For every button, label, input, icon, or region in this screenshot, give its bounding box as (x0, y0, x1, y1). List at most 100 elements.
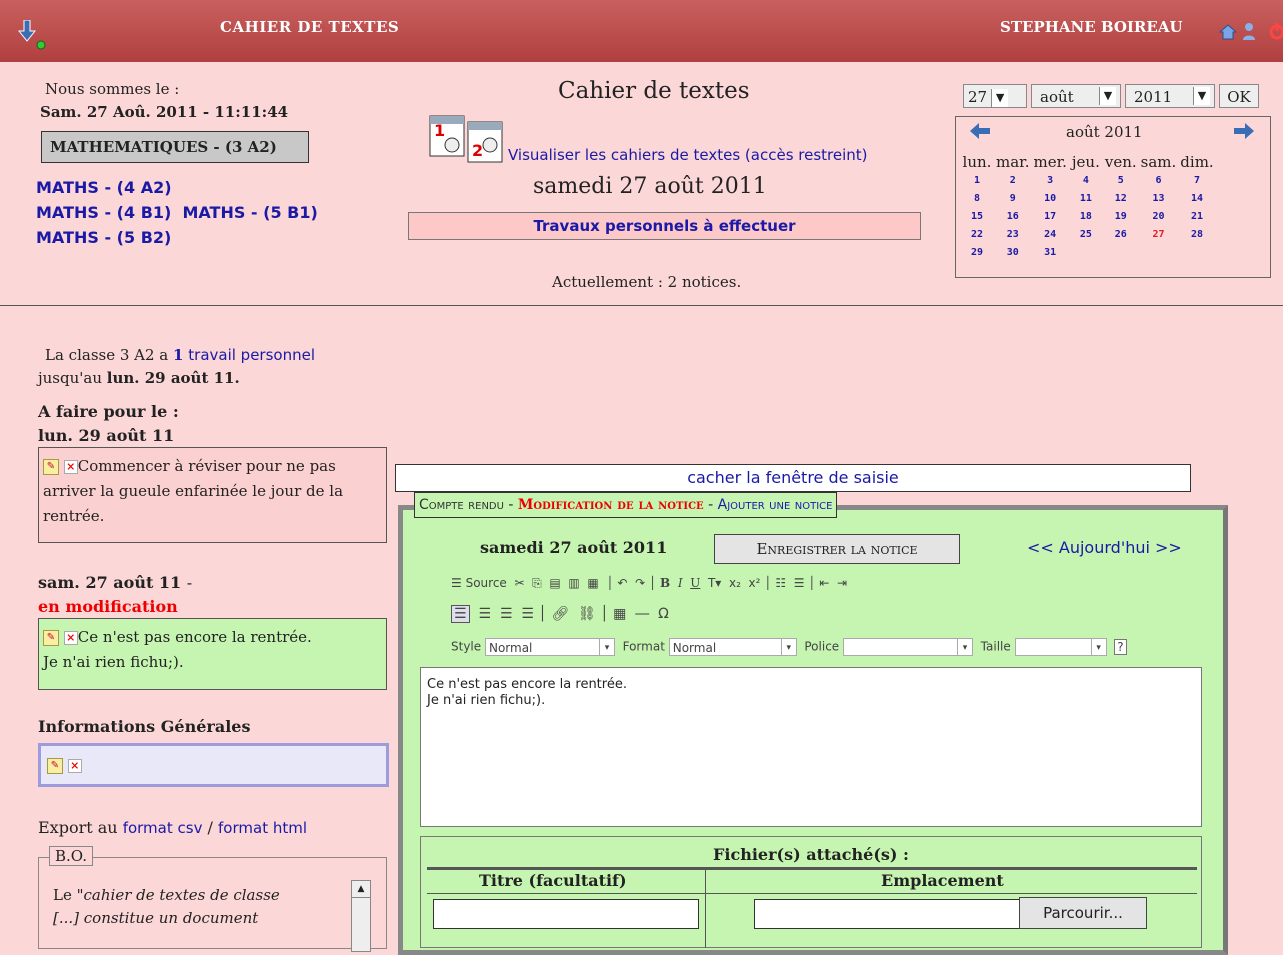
superscript-icon[interactable]: x² (749, 576, 761, 590)
calendar-day[interactable]: 15 (960, 207, 994, 225)
calendar-day[interactable]: 3 (1031, 171, 1068, 189)
editor-content[interactable]: Ce n'est pas encore la rentrée. Je n'ai … (420, 667, 1202, 827)
special-char-icon[interactable]: Ω (658, 606, 669, 622)
class-link-4b1[interactable]: MATHS - (4 B1) (36, 203, 171, 222)
paste-icon[interactable]: ▤ (549, 576, 560, 590)
delete-icon[interactable]: × (67, 759, 82, 773)
calendar-day[interactable]: 27 (1139, 225, 1179, 243)
calendar-day[interactable]: 28 (1178, 225, 1215, 243)
copy-icon[interactable]: ⎘ (532, 576, 542, 590)
outdent-icon[interactable]: ⇤ (819, 576, 829, 590)
calendar-day[interactable]: 7 (1178, 171, 1215, 189)
prev-month-icon[interactable] (970, 123, 990, 139)
travaux-button[interactable]: Travaux personnels à effectuer (408, 212, 921, 240)
link-icon[interactable]: 🔗︎ (551, 606, 569, 622)
numbered-list-icon[interactable]: ☷ (775, 576, 786, 590)
calendar-day[interactable]: 19 (1103, 207, 1139, 225)
edit-icon[interactable]: ✎ (43, 630, 59, 646)
save-notice-button[interactable]: Enregistrer la notice (714, 534, 960, 564)
calendar-ok-button[interactable]: OK (1219, 84, 1259, 108)
cut-icon[interactable]: ✂ (514, 576, 524, 590)
class-link-5b1[interactable]: MATHS - (5 B1) (182, 203, 317, 222)
undo-icon[interactable]: ↶ (617, 576, 627, 590)
redo-icon[interactable]: ↷ (635, 576, 645, 590)
calendar-day[interactable]: 1 (960, 171, 994, 189)
export-html-link[interactable]: format html (218, 819, 307, 837)
day-nav-link[interactable]: << Aujourd'hui >> (1027, 538, 1182, 557)
calendar-day[interactable]: 16 (994, 207, 1031, 225)
edit-icon[interactable]: ✎ (47, 758, 63, 774)
calendar-day[interactable]: 5 (1103, 171, 1139, 189)
paste-text-icon[interactable]: ▥ (568, 576, 579, 590)
text-color-icon[interactable]: T▾ (708, 576, 721, 590)
horizontal-rule-icon[interactable]: ― (635, 606, 649, 622)
calendar-day[interactable]: 4 (1069, 171, 1103, 189)
calendar-day[interactable]: 23 (994, 225, 1031, 243)
home-icon[interactable] (1219, 24, 1237, 40)
calendar-day[interactable]: 31 (1031, 243, 1068, 261)
taille-select[interactable]: ▾ (1014, 638, 1107, 656)
tab-modification[interactable]: Modification de la notice (518, 497, 704, 513)
calendar-day[interactable]: 25 (1069, 225, 1103, 243)
indent-icon[interactable]: ⇥ (837, 576, 847, 590)
year-select[interactable]: 2011 ▼ (1125, 84, 1215, 108)
class-link-5b2[interactable]: MATHS - (5 B2) (36, 228, 171, 247)
user-name[interactable]: STEPHANE BOIREAU (1000, 18, 1183, 36)
table-icon[interactable]: ▦ (613, 606, 626, 622)
align-left-icon[interactable]: ☰ (451, 605, 470, 623)
unlink-icon[interactable]: ⛓︎ (578, 606, 596, 622)
calendar-day[interactable]: 20 (1139, 207, 1179, 225)
calendar-day[interactable]: 6 (1139, 171, 1179, 189)
hide-editor-bar[interactable]: cacher la fenêtre de saisie (395, 464, 1191, 492)
paste-word-icon[interactable]: ▦ (587, 576, 598, 590)
source-button[interactable]: Source (466, 576, 507, 590)
edit-icon[interactable]: ✎ (43, 459, 59, 475)
hide-editor-link[interactable]: cacher la fenêtre de saisie (687, 468, 899, 487)
tab-compte-rendu[interactable]: Compte rendu (419, 497, 504, 513)
calendar-day[interactable]: 8 (960, 189, 994, 207)
justify-icon[interactable]: ☰ (521, 606, 534, 622)
user-icon[interactable] (1242, 22, 1256, 40)
calendar-day[interactable]: 13 (1139, 189, 1179, 207)
next-month-icon[interactable] (1234, 123, 1254, 139)
italic-icon[interactable]: I (678, 576, 683, 590)
calendar-switch-icon[interactable]: 1 2 (428, 112, 506, 168)
calendar-day[interactable]: 30 (994, 243, 1031, 261)
calendar-day[interactable]: 24 (1031, 225, 1068, 243)
browse-button[interactable]: Parcourir... (1019, 897, 1147, 929)
delete-icon[interactable]: × (63, 460, 78, 474)
calendar-day[interactable]: 2 (994, 171, 1031, 189)
file-path-input[interactable] (754, 899, 1020, 929)
travail-link[interactable]: travail personnel (188, 346, 315, 364)
calendar-day[interactable]: 26 (1103, 225, 1139, 243)
calendar-day[interactable]: 29 (960, 243, 994, 261)
calendar-day[interactable]: 17 (1031, 207, 1068, 225)
logout-icon[interactable] (1268, 22, 1283, 40)
export-csv-link[interactable]: format csv (123, 819, 203, 837)
arrow-down-icon[interactable] (18, 20, 36, 42)
police-select[interactable]: ▾ (843, 638, 974, 656)
calendar-day[interactable]: 18 (1069, 207, 1103, 225)
view-cahiers-link[interactable]: Visualiser les cahiers de textes (accès … (508, 146, 868, 164)
format-select[interactable]: Normal ▾ (668, 638, 797, 656)
delete-icon[interactable]: × (63, 631, 78, 645)
subscript-icon[interactable]: x₂ (729, 576, 741, 590)
month-select[interactable]: août ▼ (1031, 84, 1121, 108)
style-select[interactable]: Normal ▾ (484, 638, 615, 656)
underline-icon[interactable]: U (690, 576, 700, 590)
class-link-4a2[interactable]: MATHS - (4 A2) (36, 178, 172, 197)
bulleted-list-icon[interactable]: ☰ (794, 576, 805, 590)
calendar-day[interactable]: 21 (1178, 207, 1215, 225)
bo-scrollbar[interactable]: ▲ (351, 880, 371, 952)
align-right-icon[interactable]: ☰ (500, 606, 513, 622)
calendar-day[interactable]: 12 (1103, 189, 1139, 207)
align-center-icon[interactable]: ☰ (478, 606, 491, 622)
calendar-day[interactable]: 9 (994, 189, 1031, 207)
scroll-up-icon[interactable]: ▲ (352, 881, 370, 898)
calendar-day[interactable]: 11 (1069, 189, 1103, 207)
day-select[interactable]: 27 ▼ (963, 84, 1027, 108)
calendar-day[interactable]: 14 (1178, 189, 1215, 207)
bold-icon[interactable]: B (660, 576, 670, 590)
help-icon[interactable]: ? (1114, 638, 1127, 655)
calendar-day[interactable]: 22 (960, 225, 994, 243)
